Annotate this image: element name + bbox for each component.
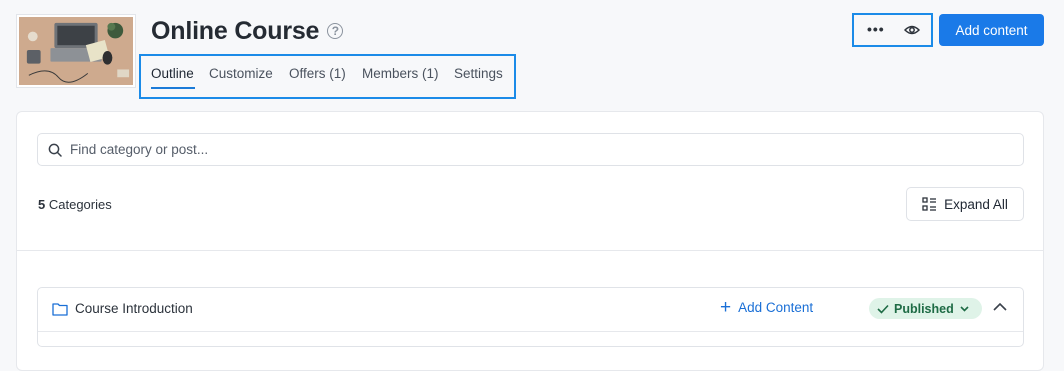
page-title: Online Course ? — [151, 14, 344, 48]
tab-members[interactable]: Members (1) — [362, 66, 439, 81]
outline-panel: 5 Categories Expand All Course Introduct… — [16, 111, 1044, 371]
tab-offers[interactable]: Offers (1) — [289, 66, 346, 81]
chevron-down-icon — [960, 305, 969, 312]
expand-all-label: Expand All — [944, 196, 1008, 212]
divider — [17, 250, 1043, 251]
header-actions: ••• — [852, 13, 933, 47]
category-add-content-link[interactable]: + Add Content — [720, 296, 814, 318]
expand-all-button[interactable]: Expand All — [906, 187, 1024, 221]
chevron-up-icon[interactable] — [993, 302, 1007, 311]
course-tabs: Outline Customize Offers (1) Members (1)… — [139, 54, 516, 99]
search-bar[interactable] — [37, 133, 1024, 166]
category-count-number: 5 — [38, 197, 46, 212]
course-thumbnail-image — [19, 17, 133, 85]
folder-icon — [52, 303, 68, 316]
search-input[interactable] — [68, 141, 1012, 158]
active-tab-indicator — [151, 87, 195, 89]
more-options-icon[interactable]: ••• — [867, 21, 885, 37]
course-thumbnail — [16, 14, 136, 88]
category-header[interactable]: Course Introduction + Add Content Publis… — [38, 288, 1023, 332]
plus-icon: + — [720, 296, 732, 318]
category-add-content-label: Add Content — [738, 300, 814, 315]
tab-settings[interactable]: Settings — [454, 66, 503, 81]
status-dropdown[interactable]: Published — [869, 298, 982, 319]
status-badge: Published — [894, 301, 954, 316]
add-content-button[interactable]: Add content — [939, 14, 1044, 46]
category-count-label: Categories — [48, 197, 112, 212]
expand-all-icon — [922, 196, 937, 211]
check-icon — [877, 304, 889, 314]
category-count: 5 Categories — [38, 197, 112, 212]
tab-customize[interactable]: Customize — [209, 66, 273, 81]
tab-outline[interactable]: Outline — [151, 66, 194, 81]
category-name: Course Introduction — [75, 301, 193, 316]
eye-icon[interactable] — [904, 23, 920, 37]
course-title: Online Course — [151, 16, 320, 45]
help-icon[interactable]: ? — [327, 23, 344, 39]
search-icon — [48, 143, 62, 157]
category-card: Course Introduction + Add Content Publis… — [37, 287, 1024, 347]
